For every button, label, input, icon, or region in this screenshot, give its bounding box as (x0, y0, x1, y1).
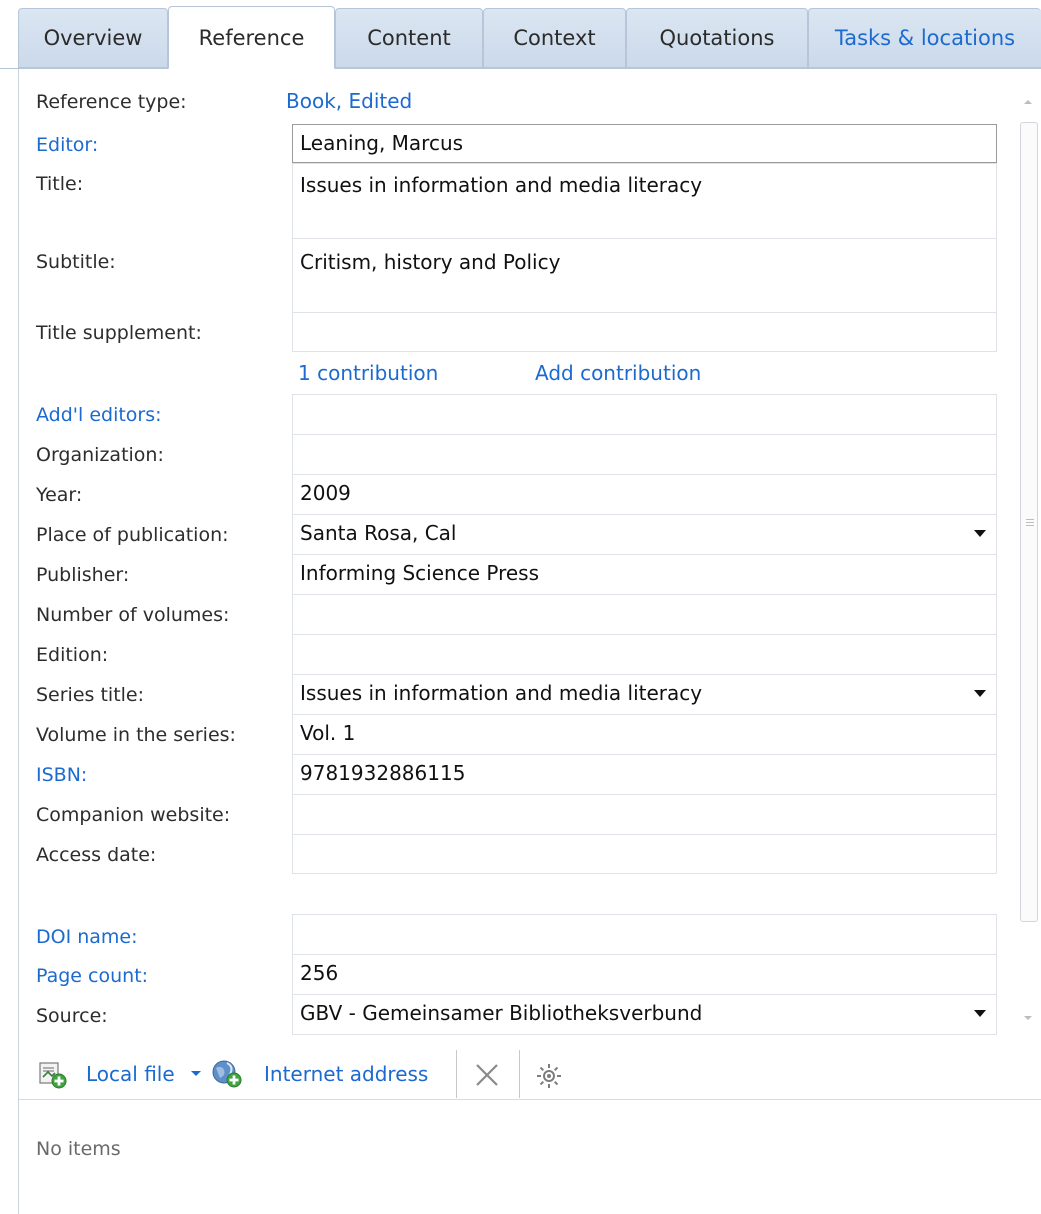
toolbar-separator (456, 1050, 457, 1098)
source-combobox[interactable]: GBV - Gemeinsamer Bibliotheksverbund (292, 994, 997, 1035)
volume-in-series-value: Vol. 1 (300, 721, 356, 745)
title-value: Issues in information and media literacy (300, 173, 703, 197)
page-count-field[interactable]: 256 (292, 954, 997, 995)
reference-type-link[interactable]: Book, Edited (286, 89, 412, 113)
title-label: Title: (36, 173, 84, 195)
place-of-publication-value: Santa Rosa, Cal (300, 521, 457, 545)
tab-context[interactable]: Context (483, 8, 626, 68)
isbn-field[interactable]: 9781932886115 (292, 754, 997, 795)
chevron-down-icon[interactable] (190, 1070, 202, 1078)
scroll-down-arrow-icon[interactable] (1024, 1016, 1032, 1020)
scrollbar-thumb[interactable] (1020, 122, 1038, 922)
year-value: 2009 (300, 481, 351, 505)
series-title-value: Issues in information and media literacy (300, 681, 703, 705)
companion-website-label: Companion website: (36, 804, 231, 826)
edition-label: Edition: (36, 644, 109, 666)
internet-address-add-icon[interactable] (210, 1059, 244, 1089)
source-label: Source: (36, 1005, 108, 1027)
editor-label-link[interactable]: Editor: (36, 134, 98, 156)
series-title-combobox[interactable]: Issues in information and media literacy (292, 674, 997, 715)
place-of-publication-combobox[interactable]: Santa Rosa, Cal (292, 514, 997, 555)
reference-type-label: Reference type: (36, 91, 187, 113)
source-value: GBV - Gemeinsamer Bibliotheksverbund (300, 1001, 703, 1025)
title-supplement-label: Title supplement: (36, 322, 202, 344)
page-count-label-link[interactable]: Page count: (36, 965, 148, 987)
title-supplement-field[interactable] (292, 312, 997, 352)
isbn-value: 9781932886115 (300, 761, 466, 785)
delete-icon[interactable] (473, 1061, 501, 1089)
add-contribution-link[interactable]: Add contribution (535, 361, 701, 385)
access-date-label: Access date: (36, 844, 157, 866)
contribution-count-link[interactable]: 1 contribution (298, 361, 438, 385)
organization-field[interactable] (292, 434, 997, 475)
dropdown-arrow-icon[interactable] (974, 690, 986, 697)
page-count-value: 256 (300, 961, 339, 985)
attachments-empty-text: No items (36, 1138, 121, 1160)
grip-line (1026, 525, 1034, 526)
toolbar-divider (19, 1099, 1041, 1100)
tab-bar: Overview Reference Content Context Quota… (0, 0, 1041, 69)
panel-border (18, 69, 19, 1214)
dropdown-arrow-icon[interactable] (974, 530, 986, 537)
isbn-label-link[interactable]: ISBN: (36, 764, 87, 786)
local-file-button[interactable]: Local file (86, 1062, 175, 1086)
tab-divider (0, 68, 1041, 69)
addl-editors-label-link[interactable]: Add'l editors: (36, 404, 162, 426)
dropdown-arrow-icon[interactable] (974, 1010, 986, 1017)
companion-website-field[interactable] (292, 794, 997, 835)
publisher-value: Informing Science Press (300, 561, 540, 585)
tab-tasks-locations[interactable]: Tasks & locations (808, 8, 1041, 68)
access-date-field[interactable] (292, 834, 997, 874)
publisher-field[interactable]: Informing Science Press (292, 554, 997, 595)
year-field[interactable]: 2009 (292, 474, 997, 515)
settings-gear-icon[interactable] (535, 1062, 563, 1090)
subtitle-field[interactable]: Critism, history and Policy (292, 238, 997, 313)
title-field[interactable]: Issues in information and media literacy (292, 163, 997, 239)
organization-label: Organization: (36, 444, 164, 466)
doi-name-label-link[interactable]: DOI name: (36, 926, 138, 948)
edition-field[interactable] (292, 634, 997, 675)
volume-in-series-field[interactable]: Vol. 1 (292, 714, 997, 755)
scroll-up-arrow-icon[interactable] (1024, 100, 1032, 104)
series-title-label: Series title: (36, 684, 145, 706)
local-file-add-icon[interactable] (38, 1061, 68, 1089)
volume-in-series-label: Volume in the series: (36, 724, 236, 746)
year-label: Year: (36, 484, 83, 506)
publisher-label: Publisher: (36, 564, 130, 586)
number-of-volumes-label: Number of volumes: (36, 604, 230, 626)
subtitle-value: Critism, history and Policy (300, 250, 561, 274)
grip-line (1026, 519, 1034, 520)
tab-quotations[interactable]: Quotations (626, 8, 808, 68)
tab-overview[interactable]: Overview (18, 8, 168, 68)
internet-address-button[interactable]: Internet address (264, 1062, 428, 1086)
tab-reference[interactable]: Reference (168, 6, 335, 69)
addl-editors-field[interactable] (292, 394, 997, 435)
number-of-volumes-field[interactable] (292, 594, 997, 635)
doi-name-field[interactable] (292, 914, 997, 955)
place-of-publication-label: Place of publication: (36, 524, 229, 546)
editor-field[interactable]: Leaning, Marcus (292, 124, 997, 163)
grip-line (1026, 522, 1034, 523)
subtitle-label: Subtitle: (36, 251, 116, 273)
tab-content[interactable]: Content (335, 8, 483, 68)
toolbar-separator (519, 1050, 520, 1098)
editor-value: Leaning, Marcus (300, 131, 464, 155)
